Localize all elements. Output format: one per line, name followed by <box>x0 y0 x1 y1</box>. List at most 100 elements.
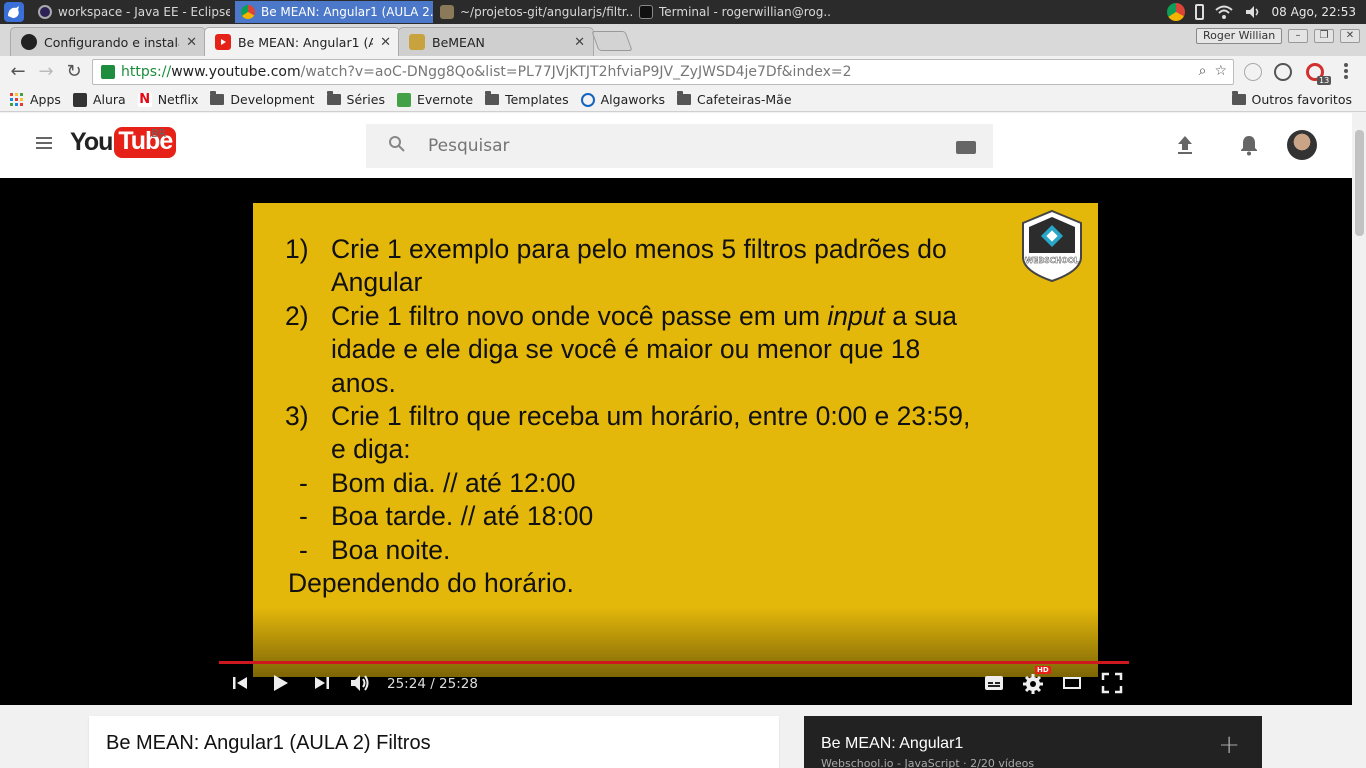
profile-name-button[interactable]: Roger Willian <box>1196 28 1283 44</box>
volume-icon[interactable] <box>349 672 371 694</box>
playlist-title[interactable]: Be MEAN: Angular1 <box>821 735 963 753</box>
address-bar[interactable]: https://www.youtube.com/watch?v=aoC-DNgg… <box>92 59 1234 85</box>
logo-tube-text: Tube <box>114 127 177 158</box>
app-launcher-icon[interactable] <box>4 2 24 22</box>
close-tab-icon[interactable]: ✕ <box>574 35 585 50</box>
search-input[interactable] <box>428 136 908 156</box>
chrome-menu-icon[interactable] <box>1344 63 1348 81</box>
eclipse-icon <box>38 5 52 19</box>
search-icon[interactable] <box>388 135 428 158</box>
item-line: Crie 1 exemplo para pelo menos 5 filtros… <box>331 234 947 264</box>
taskbar-window-eclipse[interactable]: workspace - Java EE - Eclipse <box>32 1 230 23</box>
forward-arrow-icon[interactable]: → <box>36 62 56 82</box>
bookmark-label: Templates <box>505 92 569 107</box>
bookmark-netflix[interactable]: N Netflix <box>137 92 199 107</box>
os-taskbar: workspace - Java EE - Eclipse Be MEAN: A… <box>0 0 1366 24</box>
bullet-marker: - <box>299 501 308 532</box>
video-player[interactable]: 1) Crie 1 exemplo para pelo menos 5 filt… <box>0 178 1352 705</box>
guide-menu-icon[interactable] <box>36 137 52 149</box>
taskbar-window-terminal[interactable]: Terminal - rogerwillian@rog... <box>633 1 831 23</box>
bookmark-label: Evernote <box>416 92 474 107</box>
scrollbar-thumb[interactable] <box>1355 130 1364 236</box>
chrome-tray-icon[interactable] <box>1166 3 1185 21</box>
close-tab-icon[interactable]: ✕ <box>186 35 197 50</box>
bookmark-development[interactable]: Development <box>210 91 315 107</box>
bookmark-templates[interactable]: Templates <box>485 91 569 107</box>
page-scrollbar[interactable] <box>1352 113 1366 768</box>
reload-icon[interactable]: ↻ <box>64 62 84 82</box>
bookmark-apps[interactable]: Apps <box>10 92 61 107</box>
minimize-window-button[interactable]: – <box>1288 29 1308 43</box>
new-tab-button[interactable] <box>591 31 633 51</box>
folder-icon <box>677 91 692 105</box>
bookmark-cafeteiras-mae[interactable]: Cafeteiras-Mãe <box>677 91 792 107</box>
close-tab-icon[interactable]: ✕ <box>380 35 391 50</box>
slide-bullet: - Boa noite. <box>253 534 1013 567</box>
youtube-favicon-icon <box>215 34 231 50</box>
play-icon[interactable] <box>269 672 291 694</box>
taskbar-window-label: Be MEAN: Angular1 (AULA 2... <box>261 5 433 19</box>
bookmark-label: Apps <box>30 92 61 107</box>
tab-label: Be MEAN: Angular1 (AU <box>238 34 374 50</box>
item-number: 2) <box>285 300 309 331</box>
bookmark-algaworks[interactable]: Algaworks <box>580 92 665 107</box>
close-window-button[interactable]: ✕ <box>1340 29 1360 43</box>
item-line: Angular <box>331 267 423 298</box>
item-line: anos. <box>331 367 396 398</box>
browser-tab[interactable]: Configurando e instalar ✕ <box>10 27 206 56</box>
subtitles-icon[interactable] <box>983 672 1005 694</box>
bookmark-label: Development <box>230 92 315 107</box>
sync-extension-icon[interactable] <box>1274 63 1292 81</box>
video-frame-slide: 1) Crie 1 exemplo para pelo menos 5 filt… <box>253 203 1098 677</box>
taskbar-window-label: Terminal - rogerwillian@rog... <box>659 5 831 19</box>
tab-label: BeMEAN <box>432 34 485 50</box>
slide-item: 3) Crie 1 filtro que receba um horário, … <box>253 400 1013 467</box>
system-tray: 08 Ago, 22:53 <box>1166 0 1366 24</box>
bookmark-alura[interactable]: Alura <box>72 92 126 107</box>
settings-gear-icon[interactable] <box>1022 672 1044 694</box>
url-text[interactable]: https://www.youtube.com/watch?v=aoC-DNgg… <box>121 64 852 80</box>
folder-icon <box>1231 91 1246 105</box>
bookmark-label: Cafeteiras-Mãe <box>697 92 792 107</box>
player-controls: 25:24 / 25:28 HD <box>219 666 1132 702</box>
browser-tab-active[interactable]: Be MEAN: Angular1 (AU ✕ <box>204 27 400 56</box>
playlist-meta[interactable]: Webschool.io - JavaScript · 2/20 vídeos <box>821 757 1034 768</box>
bookmark-series[interactable]: Séries <box>326 91 385 107</box>
battery-icon[interactable] <box>1194 4 1204 20</box>
volume-icon[interactable] <box>1244 4 1262 20</box>
youtube-masthead: You Tube BR <box>0 113 1352 178</box>
next-icon[interactable] <box>311 672 333 694</box>
other-bookmarks-label: Outros favoritos <box>1251 92 1352 107</box>
youtube-logo[interactable]: You Tube BR <box>70 127 177 158</box>
taskbar-window-files[interactable]: ~/projetos-git/angularjs/filtr... <box>434 1 632 23</box>
opera-extension-icon[interactable]: 13 <box>1306 63 1332 85</box>
zoom-icon[interactable]: ⌕ <box>1199 63 1207 79</box>
browser-tab[interactable]: BeMEAN ✕ <box>398 27 594 56</box>
taskbar-window-chrome[interactable]: Be MEAN: Angular1 (AULA 2... <box>235 1 433 23</box>
terminal-icon <box>639 5 653 19</box>
keyboard-icon[interactable] <box>956 141 976 154</box>
bookmark-evernote[interactable]: Evernote <box>396 92 474 107</box>
bookmark-star-icon[interactable]: ☆ <box>1214 63 1227 79</box>
video-progress-bar[interactable] <box>219 661 1129 664</box>
previous-icon[interactable] <box>229 672 251 694</box>
back-arrow-icon[interactable]: ← <box>8 62 28 82</box>
wifi-icon[interactable] <box>1214 4 1234 20</box>
secure-lock-icon[interactable] <box>101 65 115 79</box>
upload-icon[interactable] <box>1173 133 1197 157</box>
user-avatar[interactable] <box>1287 130 1317 160</box>
fullscreen-icon[interactable] <box>1101 672 1123 694</box>
video-info-card: Be MEAN: Angular1 (AULA 2) Filtros <box>89 716 779 768</box>
item-line: idade e ele diga se você é maior ou meno… <box>331 334 921 365</box>
add-playlist-icon[interactable]: + <box>1218 730 1240 760</box>
other-bookmarks[interactable]: Outros favoritos <box>1231 91 1352 107</box>
file-manager-icon <box>440 5 454 19</box>
clock[interactable]: 08 Ago, 22:53 <box>1272 5 1356 19</box>
notifications-bell-icon[interactable] <box>1237 133 1261 157</box>
linux-penguin-icon <box>21 34 37 50</box>
extension-circle-icon[interactable] <box>1244 63 1262 81</box>
theater-mode-icon[interactable] <box>1061 672 1083 694</box>
bookmark-label: Netflix <box>157 92 199 107</box>
restore-window-button[interactable]: ❐ <box>1314 29 1334 43</box>
item-line: Crie 1 filtro novo onde você passe em um <box>331 300 828 331</box>
